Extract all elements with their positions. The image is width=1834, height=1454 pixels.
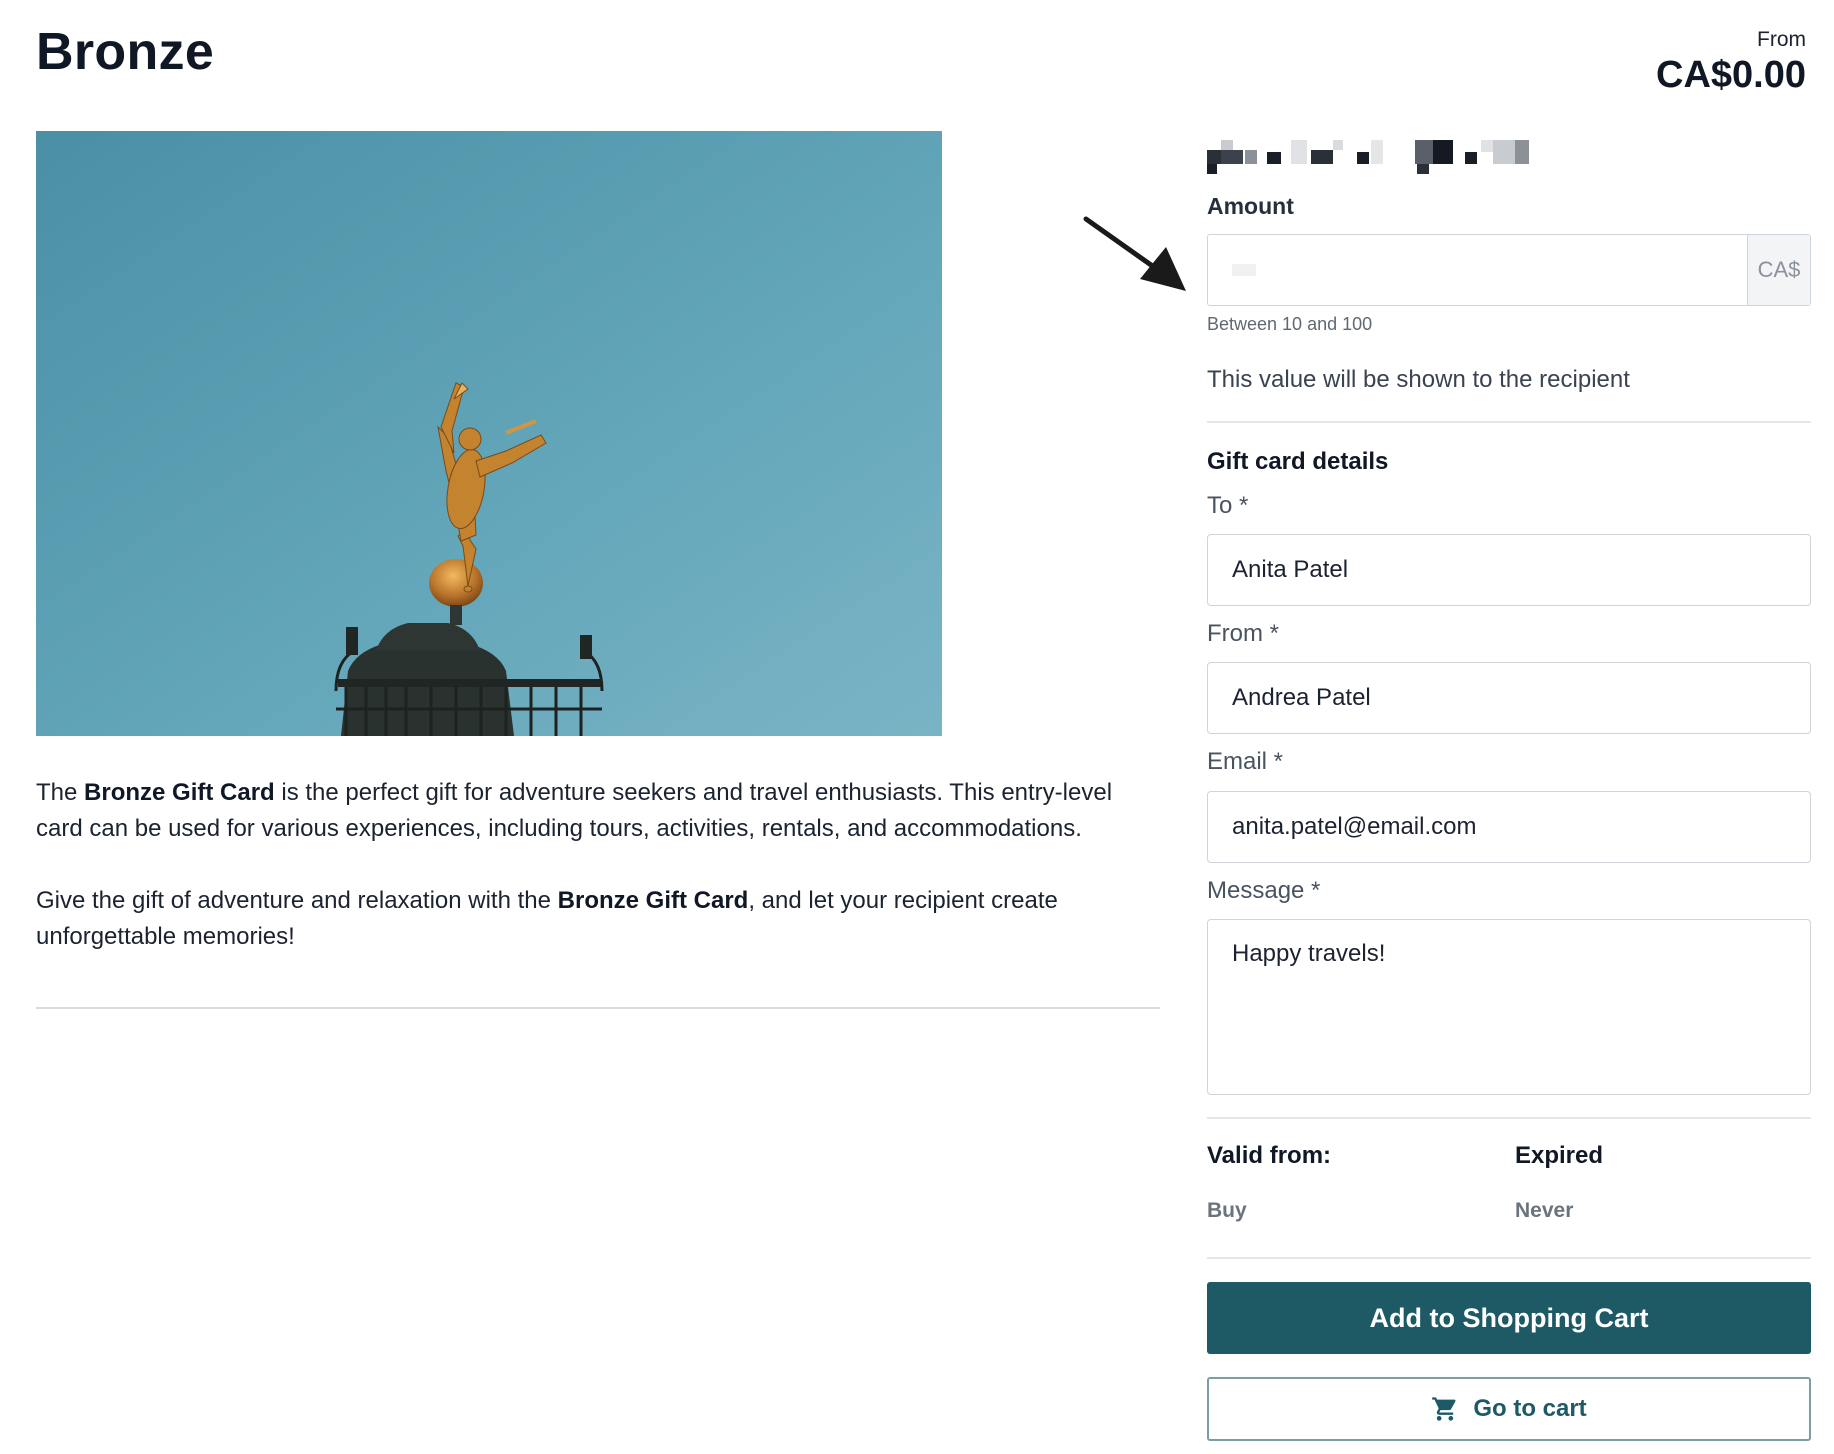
amount-hint: Between 10 and 100 xyxy=(1207,314,1373,334)
email-label: Email * xyxy=(1207,748,1284,775)
go-to-cart-label: Go to cart xyxy=(1473,1395,1587,1422)
go-to-cart-button[interactable]: Go to cart xyxy=(1207,1377,1811,1441)
to-input[interactable] xyxy=(1207,534,1811,606)
valid-from-value: Buy xyxy=(1207,1199,1247,1222)
amount-input-group: CA$ xyxy=(1207,234,1811,306)
from-input[interactable] xyxy=(1207,662,1811,734)
section-divider xyxy=(1207,421,1811,423)
to-label: To * xyxy=(1207,492,1249,519)
gilded-statue-photo xyxy=(36,131,942,736)
amount-label: Amount xyxy=(1207,193,1294,219)
email-input[interactable] xyxy=(1207,791,1811,863)
description-paragraph: The Bronze Gift Card is the perfect gift… xyxy=(36,779,1113,842)
add-to-cart-button[interactable]: Add to Shopping Cart xyxy=(1207,1282,1811,1354)
gift-card-details-title: Gift card details xyxy=(1207,448,1389,475)
description-paragraph: Give the gift of adventure and relaxatio… xyxy=(36,887,1058,950)
section-divider xyxy=(1207,1257,1811,1259)
shopping-cart-icon xyxy=(1432,1397,1456,1421)
currency-suffix: CA$ xyxy=(1747,235,1810,305)
product-image xyxy=(36,131,942,736)
expired-label: Expired xyxy=(1515,1142,1604,1169)
section-divider xyxy=(1207,1117,1811,1119)
price-from-label: From xyxy=(1757,28,1806,51)
message-label: Message * xyxy=(1207,877,1321,904)
page-title: Bronze xyxy=(36,23,215,81)
price-value: CA$0.00 xyxy=(1656,54,1806,96)
annotation-arrow-icon xyxy=(1083,216,1186,291)
description-divider xyxy=(36,1007,1160,1009)
from-label: From * xyxy=(1207,620,1279,647)
message-textarea[interactable]: Happy travels! xyxy=(1207,919,1811,1095)
price-box: From CA$0.00 xyxy=(1656,28,1806,97)
expired-value: Never xyxy=(1515,1199,1574,1222)
amount-placeholder-blur xyxy=(1232,264,1256,276)
valid-from-label: Valid from: xyxy=(1207,1142,1332,1169)
product-description: The Bronze Gift Card is the perfect gift… xyxy=(36,775,1161,991)
pixelated-title xyxy=(1207,140,1567,180)
amount-input[interactable] xyxy=(1208,235,1747,305)
recipient-note: This value will be shown to the recipien… xyxy=(1207,366,1630,393)
